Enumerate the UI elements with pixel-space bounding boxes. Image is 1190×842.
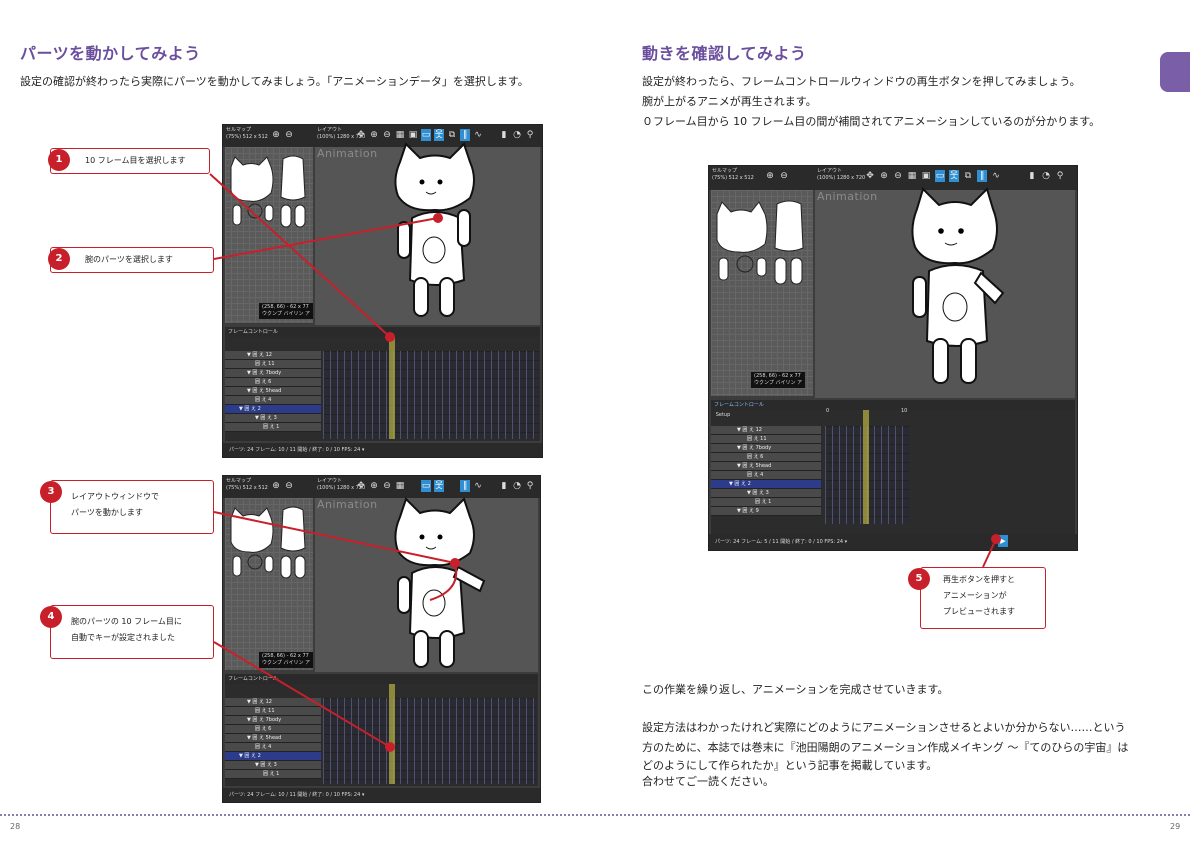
callout-2: 腕のパーツを選択します bbox=[50, 247, 214, 273]
callout-text: プレビューされます bbox=[943, 607, 1015, 616]
callout-3: レイアウトウィンドウで パーツを動かします bbox=[50, 480, 214, 534]
page-number-right: 29 bbox=[1170, 822, 1181, 831]
callout-text: 再生ボタンを押すと bbox=[943, 575, 1015, 584]
callout-number: 2 bbox=[48, 248, 70, 270]
callout-text: パーツを動かします bbox=[71, 508, 143, 517]
callout-number: 3 bbox=[40, 481, 62, 503]
page-number-left: 28 bbox=[10, 822, 21, 831]
callout-text: アニメーションが bbox=[943, 591, 1007, 600]
callout-number: 1 bbox=[48, 149, 70, 171]
callout-4: 腕のパーツの 10 フレーム目に 自動でキーが設定されました bbox=[50, 605, 214, 659]
callout-number: 5 bbox=[908, 568, 930, 590]
callout-number: 4 bbox=[40, 606, 62, 628]
footer-dotted-rule bbox=[0, 814, 1190, 816]
callout-1: 10 フレーム目を選択します bbox=[50, 148, 210, 174]
callout-text: 自動でキーが設定されました bbox=[71, 633, 175, 642]
callout-text: レイアウトウィンドウで bbox=[71, 492, 159, 501]
callout-text: 腕のパーツを選択します bbox=[85, 255, 173, 264]
callout-text: 腕のパーツの 10 フレーム目に bbox=[71, 617, 182, 626]
callout-5: 再生ボタンを押すと アニメーションが プレビューされます bbox=[920, 567, 1046, 629]
callout-text: 10 フレーム目を選択します bbox=[85, 156, 186, 165]
callout-leader-lines bbox=[209, 173, 1001, 752]
